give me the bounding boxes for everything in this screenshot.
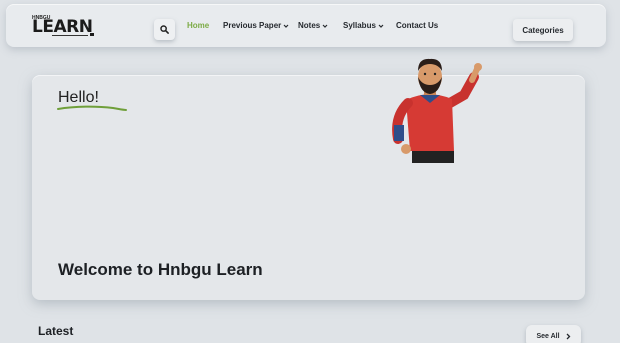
latest-section-title: Latest <box>38 324 74 338</box>
nav-syllabus-label: Syllabus <box>343 21 376 30</box>
nav-previous-paper[interactable]: Previous Paper <box>223 21 289 30</box>
see-all-label: See All <box>536 332 560 340</box>
nav-home[interactable]: Home <box>187 21 209 30</box>
see-all-button[interactable]: See All <box>526 325 581 343</box>
hero-welcome-heading: Welcome to Hnbgu Learn <box>58 260 263 279</box>
hero-card: Hello! Welcome to Hnbgu Learn <box>32 75 585 300</box>
nav-syllabus[interactable]: Syllabus <box>343 21 384 30</box>
nav-notes-label: Notes <box>298 21 321 30</box>
nav-contact-us-label: Contact Us <box>396 21 439 30</box>
nav-home-label: Home <box>187 21 210 30</box>
chevron-right-icon <box>566 333 570 339</box>
waving-man-illustration <box>392 58 482 163</box>
chevron-down-icon <box>283 24 289 28</box>
nav-notes[interactable]: Notes <box>298 21 328 30</box>
greeting-underline <box>57 105 127 111</box>
site-header: HNBGU LEARN Home Previous Paper Notes Sy… <box>6 4 606 47</box>
nav-previous-paper-label: Previous Paper <box>223 21 282 30</box>
chevron-down-icon <box>322 24 328 28</box>
categories-button[interactable]: Categories <box>513 19 573 41</box>
chevron-down-icon <box>378 24 384 28</box>
nav-contact-us[interactable]: Contact Us <box>396 21 438 30</box>
